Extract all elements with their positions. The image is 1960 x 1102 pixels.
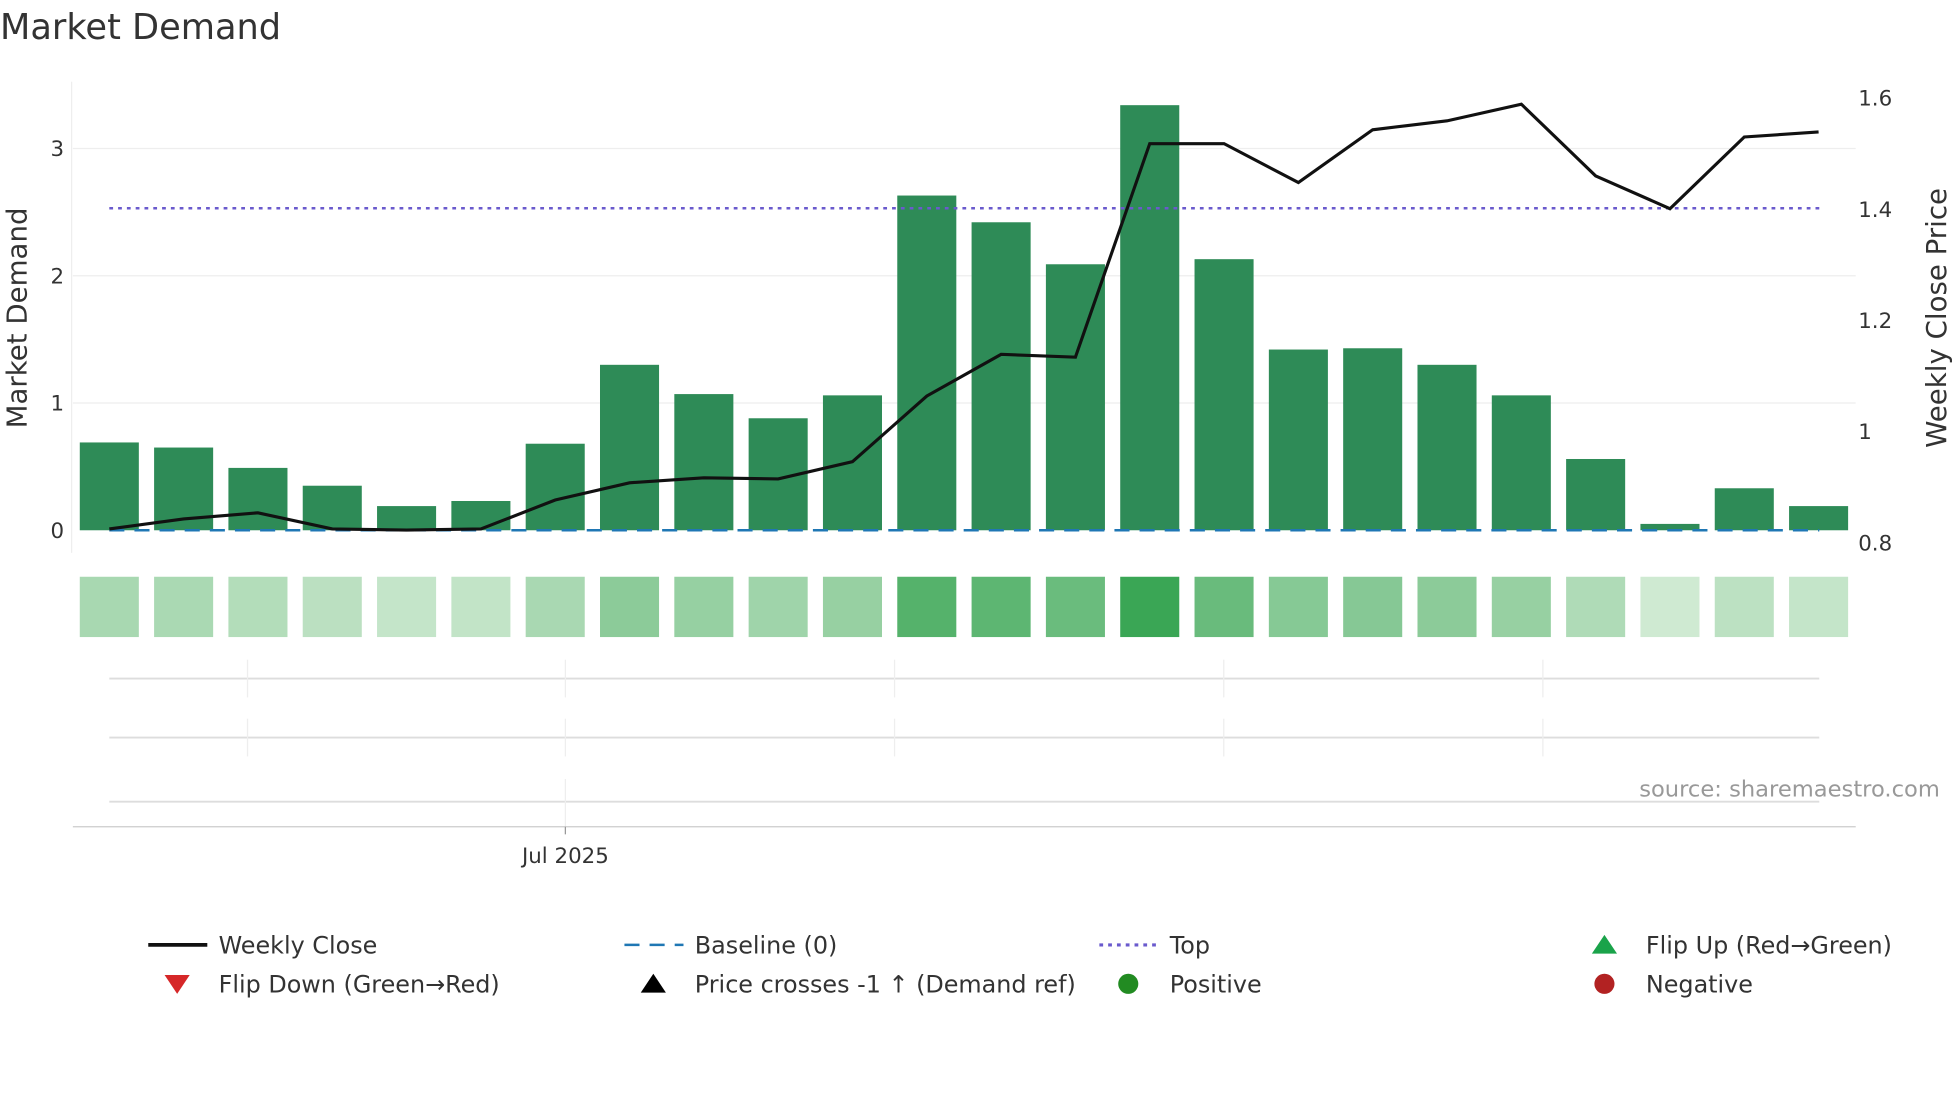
heat-cell <box>674 576 734 638</box>
triangle-down-icon <box>164 975 190 994</box>
legend-item: Flip Down (Green→Red) <box>164 971 500 999</box>
heat-cell <box>1194 576 1254 638</box>
demand-bar <box>1566 458 1626 531</box>
circle-icon <box>1118 973 1139 994</box>
chart-title: Market Demand <box>0 7 281 48</box>
source-label: source: sharemaestro.com <box>1639 777 1940 803</box>
legend: Weekly Close Baseline (0) Top Flip Up (Red→… <box>148 932 1892 999</box>
weekly-close-line <box>109 102 1819 532</box>
demand-bar <box>674 394 734 531</box>
demand-bar <box>451 500 511 531</box>
heat-cell <box>1417 576 1477 638</box>
y2-axis-label: Weekly Close Price <box>1920 188 1953 448</box>
y2-tick-label: 1.6 <box>1858 87 1892 112</box>
heat-cell <box>1343 576 1403 638</box>
y-tick-label: 0 <box>50 519 64 544</box>
heat-cell <box>1268 576 1328 638</box>
legend-item: Baseline (0) <box>624 932 837 960</box>
triangle-up-icon <box>640 973 666 993</box>
heat-cell <box>971 576 1031 638</box>
demand-bar <box>971 222 1031 531</box>
heat-cell <box>1566 576 1626 638</box>
legend-item: Top <box>1099 932 1210 960</box>
heat-cell <box>377 576 437 638</box>
heat-cell <box>1491 576 1551 638</box>
heat-cell <box>1120 576 1180 638</box>
market-demand-chart: Market Demand 0 1 2 3 0.8 1 1.2 1.4 1.6 Market D… <box>0 7 1953 999</box>
legend-label: Baseline (0) <box>695 932 838 960</box>
legend-label: Negative <box>1646 971 1753 999</box>
circle-icon <box>1594 973 1615 994</box>
demand-bar <box>1417 364 1477 531</box>
heat-cell <box>451 576 511 638</box>
heat-cell <box>1640 576 1700 638</box>
legend-label: Weekly Close <box>219 932 378 960</box>
y2-tick-label: 1 <box>1858 420 1872 445</box>
legend-label: Flip Up (Red→Green) <box>1646 932 1892 960</box>
demand-bar <box>1491 395 1551 531</box>
demand-bar <box>79 442 139 531</box>
y-axis-label: Market Demand <box>0 207 33 428</box>
heat-cell <box>599 576 660 638</box>
y-tick-label: 3 <box>50 137 64 162</box>
heat-cell <box>525 576 585 638</box>
legend-label: Price crosses -1 ↑ (Demand ref) <box>695 971 1076 999</box>
demand-bar <box>1194 259 1254 531</box>
demand-bar <box>1045 264 1105 531</box>
demand-bar <box>1120 105 1180 531</box>
demand-bar <box>1714 488 1774 531</box>
heat-cell <box>302 576 362 638</box>
demand-bar <box>228 467 288 531</box>
bars <box>79 105 1849 531</box>
heat-cell <box>154 576 214 638</box>
legend-label: Positive <box>1170 971 1262 999</box>
heat-cell <box>897 576 957 638</box>
legend-label: Flip Down (Green→Red) <box>219 971 500 999</box>
legend-item: Flip Up (Red→Green) <box>1591 932 1892 960</box>
demand-bar <box>1789 506 1849 531</box>
legend-item: Weekly Close <box>148 932 377 960</box>
demand-bar <box>1268 349 1328 531</box>
y-tick-label: 2 <box>50 264 64 289</box>
legend-item: Negative <box>1594 971 1753 999</box>
demand-bar <box>525 443 585 531</box>
demand-bar <box>377 506 437 531</box>
y2-tick-label: 1.2 <box>1858 309 1892 334</box>
legend-item: Positive <box>1118 971 1262 999</box>
heat-cell <box>228 576 288 638</box>
y-tick-label: 1 <box>50 392 64 417</box>
heat-cell <box>1045 576 1105 638</box>
demand-heat-strip <box>79 576 1849 638</box>
legend-label: Top <box>1169 932 1210 960</box>
y2-tick-label: 1.4 <box>1858 198 1892 223</box>
x-tick-label: Jul 2025 <box>520 844 609 869</box>
lines <box>109 102 1820 532</box>
y2-tick-label: 0.8 <box>1858 531 1892 556</box>
legend-item: Price crosses -1 ↑ (Demand ref) <box>640 971 1076 999</box>
demand-bar <box>599 364 660 531</box>
heat-cell <box>1714 576 1774 638</box>
heat-cell <box>822 576 882 638</box>
triangle-up-icon <box>1591 934 1617 954</box>
heat-cell <box>748 576 808 638</box>
demand-bar <box>897 195 957 531</box>
heat-cell <box>79 576 139 638</box>
demand-bar <box>1343 348 1403 531</box>
gridlines <box>70 81 1856 835</box>
heat-cell <box>1789 576 1849 638</box>
